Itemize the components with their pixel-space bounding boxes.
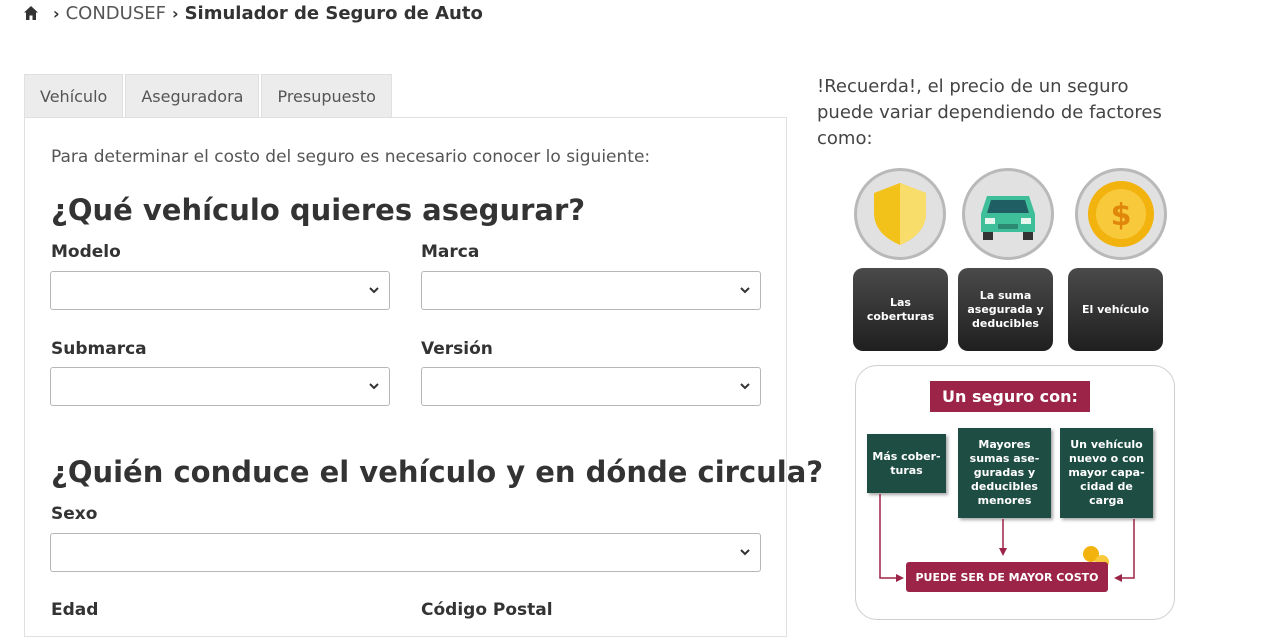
shield-icon <box>854 168 946 260</box>
infographic: Un seguro con: Más cober-turas Mayores s… <box>855 365 1175 620</box>
section-driver-title: ¿Quién conduce el vehículo y en dónde ci… <box>51 455 824 489</box>
factor-card-suma-asegurada: La suma asegurada y deducibles <box>958 268 1053 351</box>
car-icon <box>962 168 1054 260</box>
breadcrumb-current: Simulador de Seguro de Auto <box>184 2 483 24</box>
submarca-select[interactable] <box>50 367 390 406</box>
form-panel: Para determinar el costo del seguro es n… <box>24 117 823 637</box>
home-icon[interactable] <box>23 5 39 21</box>
submarca-label: Submarca <box>51 339 147 359</box>
chevron-right-icon: › <box>53 3 60 23</box>
version-select[interactable] <box>421 367 761 406</box>
sexo-select[interactable] <box>50 533 761 572</box>
section-vehicle-title: ¿Qué vehículo quieres asegurar? <box>51 193 586 227</box>
tab-bar: Vehículo Aseguradora Presupuesto <box>24 74 394 117</box>
breadcrumb-condusef-link[interactable]: CONDUSEF <box>66 3 166 24</box>
marca-select[interactable] <box>421 271 761 310</box>
form-intro: Para determinar el costo del seguro es n… <box>51 147 651 167</box>
dollar-coin-icon: $ <box>1075 168 1167 260</box>
edad-label: Edad <box>51 600 99 620</box>
tab-presupuesto[interactable]: Presupuesto <box>261 74 392 117</box>
factor-card-vehiculo: El vehículo <box>1068 268 1163 351</box>
chevron-right-icon: › <box>171 3 179 23</box>
sexo-label: Sexo <box>51 504 98 524</box>
chevron-down-icon <box>740 549 750 556</box>
chevron-down-icon <box>369 383 379 390</box>
chevron-down-icon <box>740 383 750 390</box>
version-label: Versión <box>421 339 493 359</box>
reminder-text: !Recuerda!, el precio de un seguro puede… <box>817 76 1162 149</box>
codigo-postal-label: Código Postal <box>421 600 553 620</box>
tab-vehiculo[interactable]: Vehículo <box>24 74 124 117</box>
svg-text:$: $ <box>1111 198 1132 233</box>
modelo-label: Modelo <box>51 242 121 262</box>
modelo-select[interactable] <box>50 271 390 310</box>
chevron-down-icon <box>740 287 750 294</box>
factor-card-coberturas: Las coberturas <box>853 268 948 351</box>
marca-label: Marca <box>421 242 480 262</box>
breadcrumb: › CONDUSEF › Simulador de Seguro de Auto <box>23 2 483 24</box>
chevron-down-icon <box>369 287 379 294</box>
infographic-result-banner: PUEDE SER DE MAYOR COSTO <box>906 562 1108 592</box>
tab-aseguradora[interactable]: Aseguradora <box>125 74 260 117</box>
